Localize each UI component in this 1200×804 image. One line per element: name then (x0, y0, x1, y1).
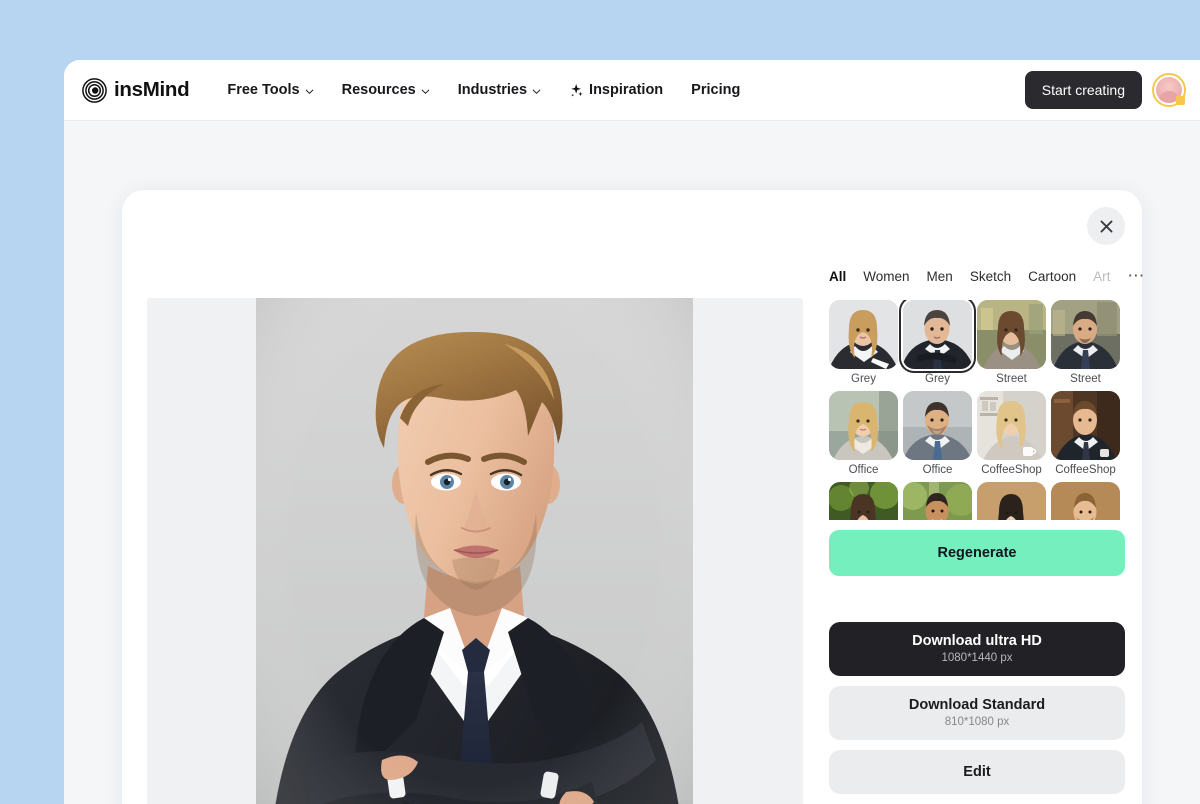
page-body: All Women Men Sketch Cartoon Art ⋯ Grey … (64, 121, 1200, 804)
nav-label: Inspiration (589, 82, 664, 98)
style-label: Street (1070, 373, 1101, 385)
style-option[interactable]: Grey (903, 300, 972, 385)
style-label: Office (922, 464, 953, 476)
thumb-woman-office-icon (829, 391, 898, 460)
thumb-man-grey-icon (903, 300, 972, 369)
style-option[interactable] (829, 482, 898, 520)
download-standard-size: 810*1080 px (944, 716, 1010, 728)
tab-men[interactable]: Men (927, 269, 953, 284)
more-tabs-button[interactable]: ⋯ (1127, 267, 1146, 284)
close-icon (1100, 220, 1112, 232)
style-thumbnail[interactable] (1051, 482, 1120, 520)
tab-sketch[interactable]: Sketch (970, 269, 1011, 284)
sparkle-icon (571, 83, 583, 96)
style-option[interactable] (977, 482, 1046, 520)
style-label: CoffeeShop (1055, 464, 1116, 476)
chevron-down-icon (305, 89, 313, 94)
avatar[interactable] (1152, 73, 1186, 107)
thumb-man-outdoor-icon (903, 482, 972, 520)
nav-item-inspiration[interactable]: Inspiration (555, 76, 677, 104)
download-standard-title: Download Standard (908, 697, 1046, 713)
main-nav: Free Tools Resources Industries Inspirat… (213, 76, 754, 104)
regenerate-button[interactable]: Regenerate (829, 530, 1125, 576)
style-label: CoffeeShop (981, 464, 1042, 476)
tab-all[interactable]: All (829, 269, 846, 284)
style-thumbnail[interactable] (829, 300, 898, 369)
style-thumbnail[interactable] (1051, 391, 1120, 460)
style-option[interactable] (903, 482, 972, 520)
portrait-illustration (256, 298, 693, 804)
nav-label: Industries (457, 82, 528, 98)
download-ultra-hd-size: 1080*1440 px (941, 652, 1013, 664)
chevron-down-icon (532, 89, 541, 94)
category-tabs: All Women Men Sketch Cartoon Art ⋯ (829, 264, 1144, 288)
nav-item-free-tools[interactable]: Free Tools (213, 76, 327, 104)
thumb-woman-outdoor-icon (829, 482, 898, 520)
result-modal: All Women Men Sketch Cartoon Art ⋯ Grey … (122, 190, 1144, 804)
edit-button[interactable]: Edit (829, 750, 1125, 794)
style-thumbnail-selected[interactable] (903, 300, 972, 369)
download-ultra-hd-button[interactable]: Download ultra HD 1080*1440 px (829, 622, 1125, 676)
download-standard-button[interactable]: Download Standard 810*1080 px (829, 686, 1125, 740)
style-option[interactable]: Office (829, 391, 898, 476)
thumb-man-tan-icon (1051, 482, 1120, 520)
concentric-circles-logo-icon (82, 77, 107, 103)
nav-item-resources[interactable]: Resources (328, 76, 444, 104)
tab-cartoon[interactable]: Cartoon (1028, 269, 1076, 284)
screen: insMind Free Tools Resources Industries (0, 0, 1200, 804)
style-label: Grey (925, 373, 950, 385)
download-ultra-hd-title: Download ultra HD (912, 633, 1042, 649)
browser-window: insMind Free Tools Resources Industries (64, 60, 1200, 804)
style-label: Street (996, 373, 1027, 385)
style-option[interactable]: CoffeeShop (977, 391, 1046, 476)
chevron-down-icon (421, 89, 430, 94)
style-thumbnail[interactable] (903, 391, 972, 460)
header-actions: Start creating (1024, 71, 1186, 109)
nav-label: Free Tools (227, 82, 300, 98)
style-panel: All Women Men Sketch Cartoon Art ⋯ Grey … (829, 264, 1144, 804)
style-option[interactable]: Office (903, 391, 972, 476)
thumb-woman-street-icon (977, 300, 1046, 369)
image-canvas (147, 298, 803, 804)
start-creating-button[interactable]: Start creating (1024, 71, 1142, 109)
portrait-photo (256, 298, 693, 804)
style-option[interactable] (1051, 482, 1120, 520)
nav-label: Resources (341, 82, 416, 98)
style-thumbnail[interactable] (1051, 300, 1120, 369)
site-header: insMind Free Tools Resources Industries (64, 60, 1200, 121)
style-option[interactable]: Grey (829, 300, 898, 385)
thumb-man-coffeeshop-icon (1051, 391, 1120, 460)
style-thumbnail[interactable] (977, 300, 1046, 369)
logo[interactable]: insMind (82, 77, 190, 103)
logo-text: insMind (114, 78, 190, 101)
style-option[interactable]: Street (977, 300, 1046, 385)
style-thumbnail[interactable] (903, 482, 972, 520)
style-thumbnail[interactable] (977, 391, 1046, 460)
style-option[interactable]: CoffeeShop (1051, 391, 1120, 476)
nav-item-industries[interactable]: Industries (444, 76, 555, 104)
nav-label: Pricing (691, 82, 741, 98)
style-thumbnail[interactable] (977, 482, 1046, 520)
style-label: Office (848, 464, 879, 476)
style-thumbnail[interactable] (829, 482, 898, 520)
close-button[interactable] (1087, 207, 1125, 245)
style-option[interactable]: Street (1051, 300, 1120, 385)
thumb-woman-grey-icon (829, 300, 898, 369)
tab-art[interactable]: Art (1093, 269, 1110, 284)
nav-item-pricing[interactable]: Pricing (677, 76, 754, 104)
thumb-man-street-icon (1051, 300, 1120, 369)
thumb-man-office-icon (903, 391, 972, 460)
tab-women[interactable]: Women (863, 269, 909, 284)
avatar-badge (1176, 96, 1185, 105)
style-thumbnail-grid: Grey Grey Street Street Office Office Co… (829, 300, 1125, 520)
thumb-woman-tan-icon (977, 482, 1046, 520)
style-label: Grey (851, 373, 876, 385)
style-thumbnail[interactable] (829, 391, 898, 460)
thumb-woman-coffeeshop-icon (977, 391, 1046, 460)
